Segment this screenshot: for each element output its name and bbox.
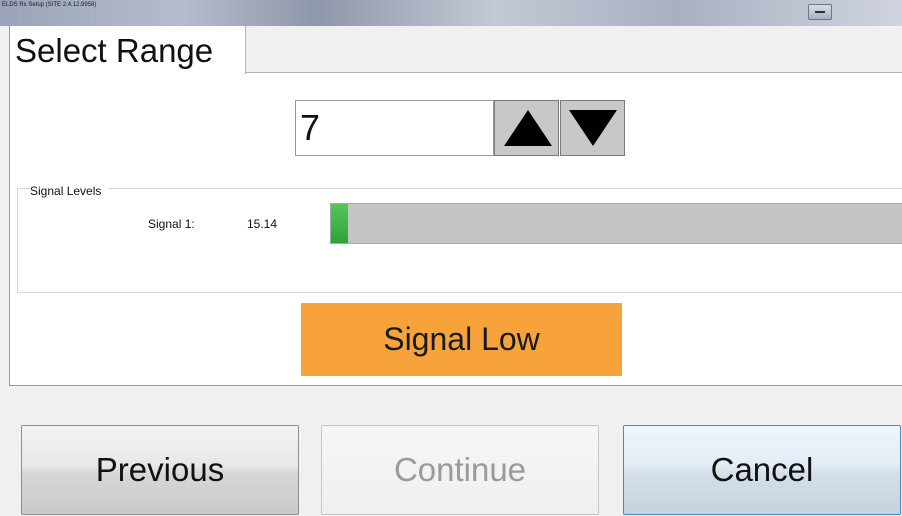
arrow-down-icon — [569, 110, 617, 146]
title-bar: ELDS Rx Setup (SITE 2.4.12.9958) — [0, 0, 902, 26]
decrement-button[interactable] — [560, 100, 625, 156]
signal-1-meter — [330, 203, 902, 244]
continue-button[interactable]: Continue — [321, 425, 599, 515]
main-panel: Select Range Signal Levels Signal 1: 15.… — [9, 26, 902, 386]
signal-1-meter-fill — [331, 204, 349, 243]
window-title: ELDS Rx Setup (SITE 2.4.12.9958) — [2, 2, 97, 8]
cancel-button[interactable]: Cancel — [623, 425, 901, 515]
arrow-up-icon — [504, 110, 552, 146]
increment-button[interactable] — [494, 100, 559, 156]
status-text: Signal Low — [383, 321, 540, 357]
signal-1-value: 15.14 — [247, 217, 278, 231]
tab-select-range[interactable]: Select Range — [10, 26, 246, 74]
previous-button[interactable]: Previous — [21, 425, 299, 515]
tab-label: Select Range — [15, 32, 214, 69]
minimize-button[interactable] — [808, 4, 832, 20]
range-input[interactable] — [295, 100, 494, 156]
signal-1-label: Signal 1: — [148, 217, 195, 231]
signal-levels-legend: Signal Levels — [30, 184, 110, 198]
status-banner: Signal Low — [301, 303, 622, 376]
